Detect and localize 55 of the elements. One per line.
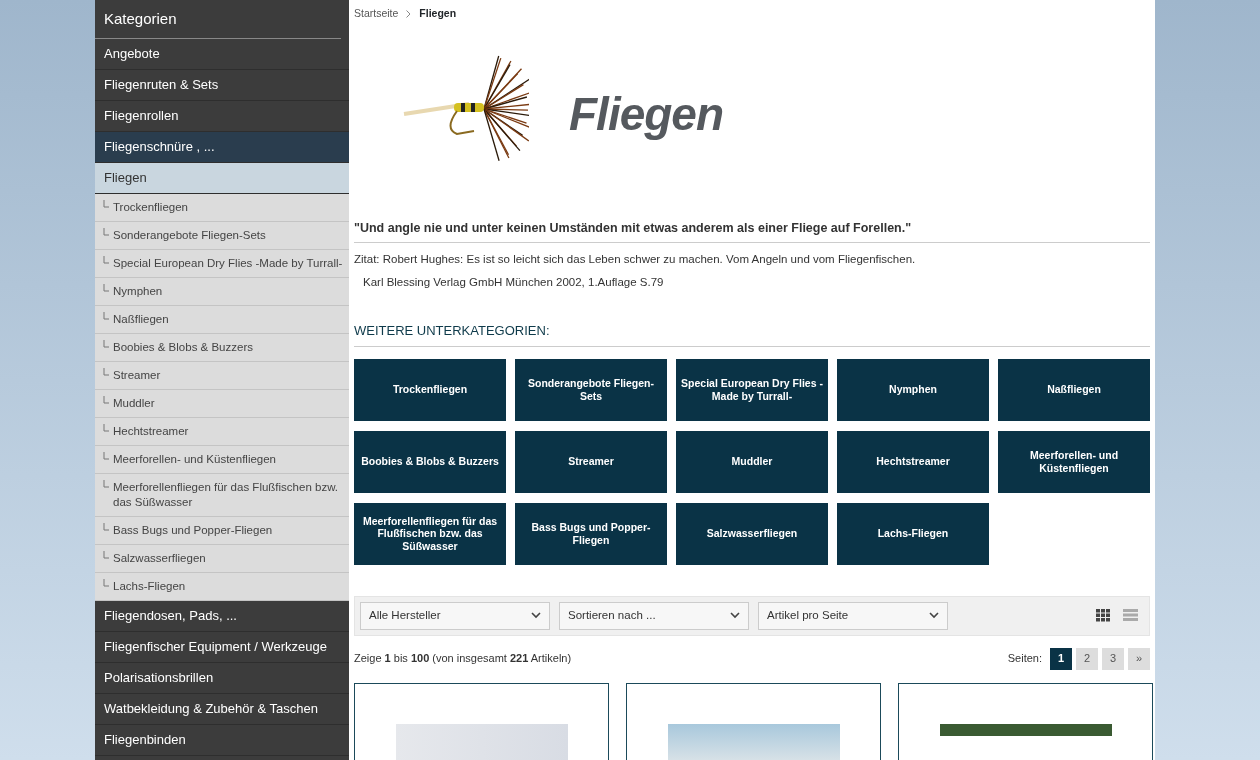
subcategory-link[interactable]: Meerforellen- und Küstenfliegen (95, 445, 349, 474)
subcategory-tile[interactable]: Meerforellenfliegen für das Flußfischen bzw. das Süßwasser (354, 502, 506, 565)
subcategory-tile[interactable]: Special European Dry Flies -Made by Turrall- (676, 358, 828, 421)
select-field[interactable]: Sortieren nach ... (559, 601, 749, 630)
section-heading: WEITERE UNTERKATEGORIEN: (354, 321, 1150, 347)
subcategory-link[interactable]: Meerforellenfliegen für das Flußfischen bzw. das Süßwasser (95, 473, 349, 517)
banner-logo-text: Fliegen (569, 86, 724, 142)
select-field[interactable]: Alle Hersteller (360, 601, 550, 630)
subcategory-link[interactable]: Naßfliegen (95, 305, 349, 334)
subcategory-link[interactable]: Muddler (95, 389, 349, 418)
subcategory-tile[interactable]: Muddler (676, 430, 828, 493)
subcategory-tile[interactable]: Bass Bugs und Popper-Fliegen (515, 502, 667, 565)
category-link[interactable]: Fliegenrollen (95, 100, 349, 132)
subcategory-tile[interactable]: Lachs-Fliegen (837, 502, 989, 565)
category-link[interactable]: Fliegenfischer Equipment / Werkzeuge (95, 631, 349, 663)
pagination-label: Seiten: (1007, 651, 1042, 667)
subcategory-tile[interactable]: Sonderangebote Fliegen-Sets (515, 358, 667, 421)
subcategory-tile[interactable]: Naßfliegen (998, 358, 1150, 421)
quote-text: "Und angle nie und unter keinen Umständen mit etwas anderem als einer Fliege auf Forellen." (354, 218, 1150, 243)
subcategory-tile[interactable]: Hechtstreamer (837, 430, 989, 493)
select-field[interactable]: Artikel pro Seite (758, 601, 948, 630)
subcategory-link[interactable]: Nymphen (95, 277, 349, 306)
result-summary: Zeige 1 bis 100 (von insgesamt 221 Artikeln) (354, 651, 572, 667)
category-link[interactable]: Angebote (95, 38, 349, 70)
category-link[interactable]: Fliegen (95, 162, 349, 194)
category-link[interactable]: Fliegenruten & Sets (95, 69, 349, 101)
sidebar-title: Kategorien (95, 0, 341, 39)
subcategory-link[interactable]: Trockenfliegen (95, 193, 349, 222)
subcategory-tile[interactable]: Boobies & Blobs & Buzzers (354, 430, 506, 493)
page-button[interactable]: » (1128, 647, 1150, 670)
subcategory-tile[interactable]: Meerforellen- und Küstenfliegen (998, 430, 1150, 493)
subcategory-link[interactable]: Boobies & Blobs & Buzzers (95, 333, 349, 362)
subcategory-link[interactable]: Sonderangebote Fliegen-Sets (95, 221, 349, 250)
subcategory-tile[interactable]: Streamer (515, 430, 667, 493)
page-button[interactable]: 1 (1050, 647, 1072, 670)
page-button[interactable]: 2 (1076, 647, 1098, 670)
category-link[interactable]: Polarisationsbrillen (95, 662, 349, 694)
category-link[interactable]: Fliegenschnüre , ... (95, 131, 349, 163)
subcategory-link[interactable]: Bass Bugs und Popper-Fliegen (95, 516, 349, 545)
citation-text: Zitat: Robert Hughes: Es ist so leicht sich das Leben schwer zu machen. Vom Angeln und vom Fliegenfischen. (354, 251, 917, 267)
subcategory-link[interactable]: Lachs-Fliegen (95, 572, 349, 601)
subcategory-link[interactable]: Streamer (95, 361, 349, 390)
subcategory-tile[interactable]: Nymphen (837, 358, 989, 421)
subcategory-link[interactable]: Special European Dry Flies -Made by Turrall- (95, 249, 349, 278)
category-link[interactable]: Watbekleidung & Zubehör & Taschen (95, 693, 349, 725)
category-link[interactable]: Fliegendosen, Pads, ... (95, 600, 349, 632)
citation-text: Karl Blessing Verlag GmbH München 2002, 1.Auflage S.79 (362, 274, 665, 290)
breadcrumb-current: Fliegen (419, 6, 457, 21)
subcategory-link[interactable]: Salzwasserfliegen (95, 544, 349, 573)
subcategory-link[interactable]: Hechtstreamer (95, 417, 349, 446)
category-link[interactable]: Fliegenbinden (95, 724, 349, 756)
subcategory-tile[interactable]: Trockenfliegen (354, 358, 506, 421)
subcategory-tile[interactable]: Salzwasserfliegen (676, 502, 828, 565)
page-button[interactable]: 3 (1102, 647, 1124, 670)
breadcrumb-link[interactable]: Startseite (354, 6, 399, 22)
